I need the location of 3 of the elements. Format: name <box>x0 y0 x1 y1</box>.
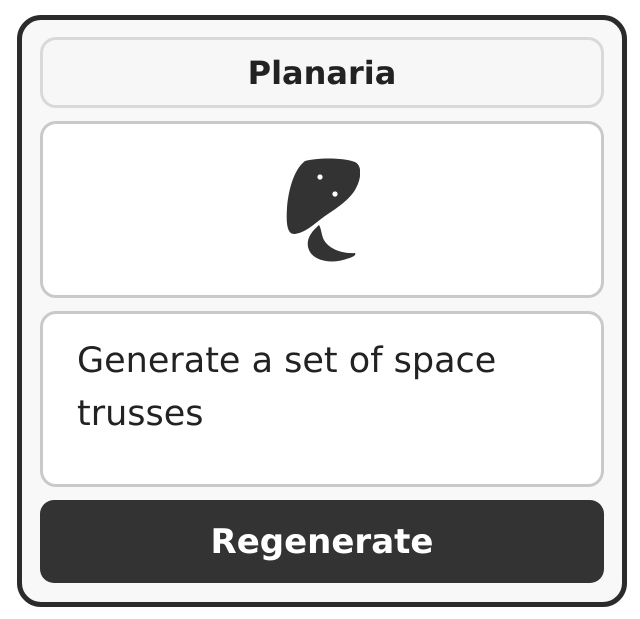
prompt-text: Generate a set of space trusses <box>77 340 498 436</box>
title-text: Planaria <box>248 54 396 92</box>
regenerate-button[interactable]: Regenerate <box>40 500 604 583</box>
